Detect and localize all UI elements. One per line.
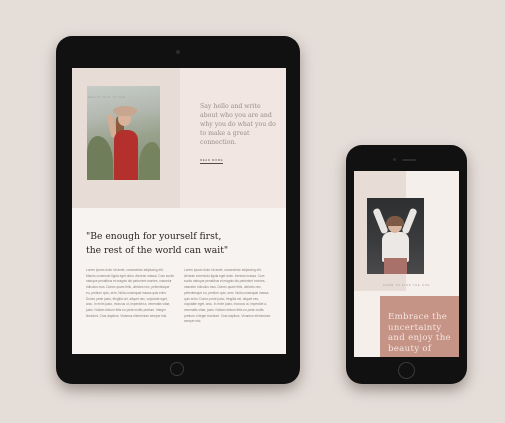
tablet-hero-section: HELLO THIS IS THE Say hello and write ab… xyxy=(72,68,286,208)
tablet-headline: "Be enough for yourself first, the rest … xyxy=(86,230,276,258)
photo-dress xyxy=(114,130,138,180)
read-more-link[interactable]: READ MORE xyxy=(200,158,224,164)
phone-portrait-photo xyxy=(367,198,424,274)
tablet-tag-label: HELLO THIS IS THE xyxy=(88,96,126,99)
tablet-portrait-photo xyxy=(87,86,160,180)
body-column-right: Lorem ipsum dolor sit amet, consectetur … xyxy=(184,268,271,324)
tablet-home-button[interactable] xyxy=(170,362,184,376)
tablet-quote-section: "Be enough for yourself first, the rest … xyxy=(72,208,286,354)
phone-home-button[interactable] xyxy=(398,362,415,379)
photo-skirt xyxy=(384,258,407,274)
tablet-camera xyxy=(176,50,180,54)
phone-quote-text: Embrace the uncertainty and enjoy the be… xyxy=(388,312,451,354)
headline-line-2: the rest of the world can wait" xyxy=(86,245,229,256)
photo-foliage xyxy=(139,142,160,180)
phone-device: HOME TO FIND THE ONE Embrace the uncerta… xyxy=(346,145,467,384)
phone-caption: HOME TO FIND THE ONE xyxy=(383,284,430,287)
photo-arm xyxy=(401,207,418,235)
tablet-screen: HELLO THIS IS THE Say hello and write ab… xyxy=(72,68,286,354)
photo-hat xyxy=(113,106,137,116)
photo-foliage xyxy=(87,136,113,180)
headline-line-1: "Be enough for yourself first, xyxy=(86,231,222,242)
photo-hair xyxy=(386,216,404,226)
phone-screen: HOME TO FIND THE ONE Embrace the uncerta… xyxy=(354,171,459,357)
tablet-device: HELLO THIS IS THE Say hello and write ab… xyxy=(56,36,300,384)
phone-camera xyxy=(393,158,396,161)
tablet-intro-text: Say hello and write about who you are an… xyxy=(200,103,276,146)
phone-rose-panel: Embrace the uncertainty and enjoy the be… xyxy=(380,296,459,357)
phone-speaker xyxy=(402,159,416,161)
body-column-left: Lorem ipsum dolor sit amet, consectetur … xyxy=(86,268,174,318)
